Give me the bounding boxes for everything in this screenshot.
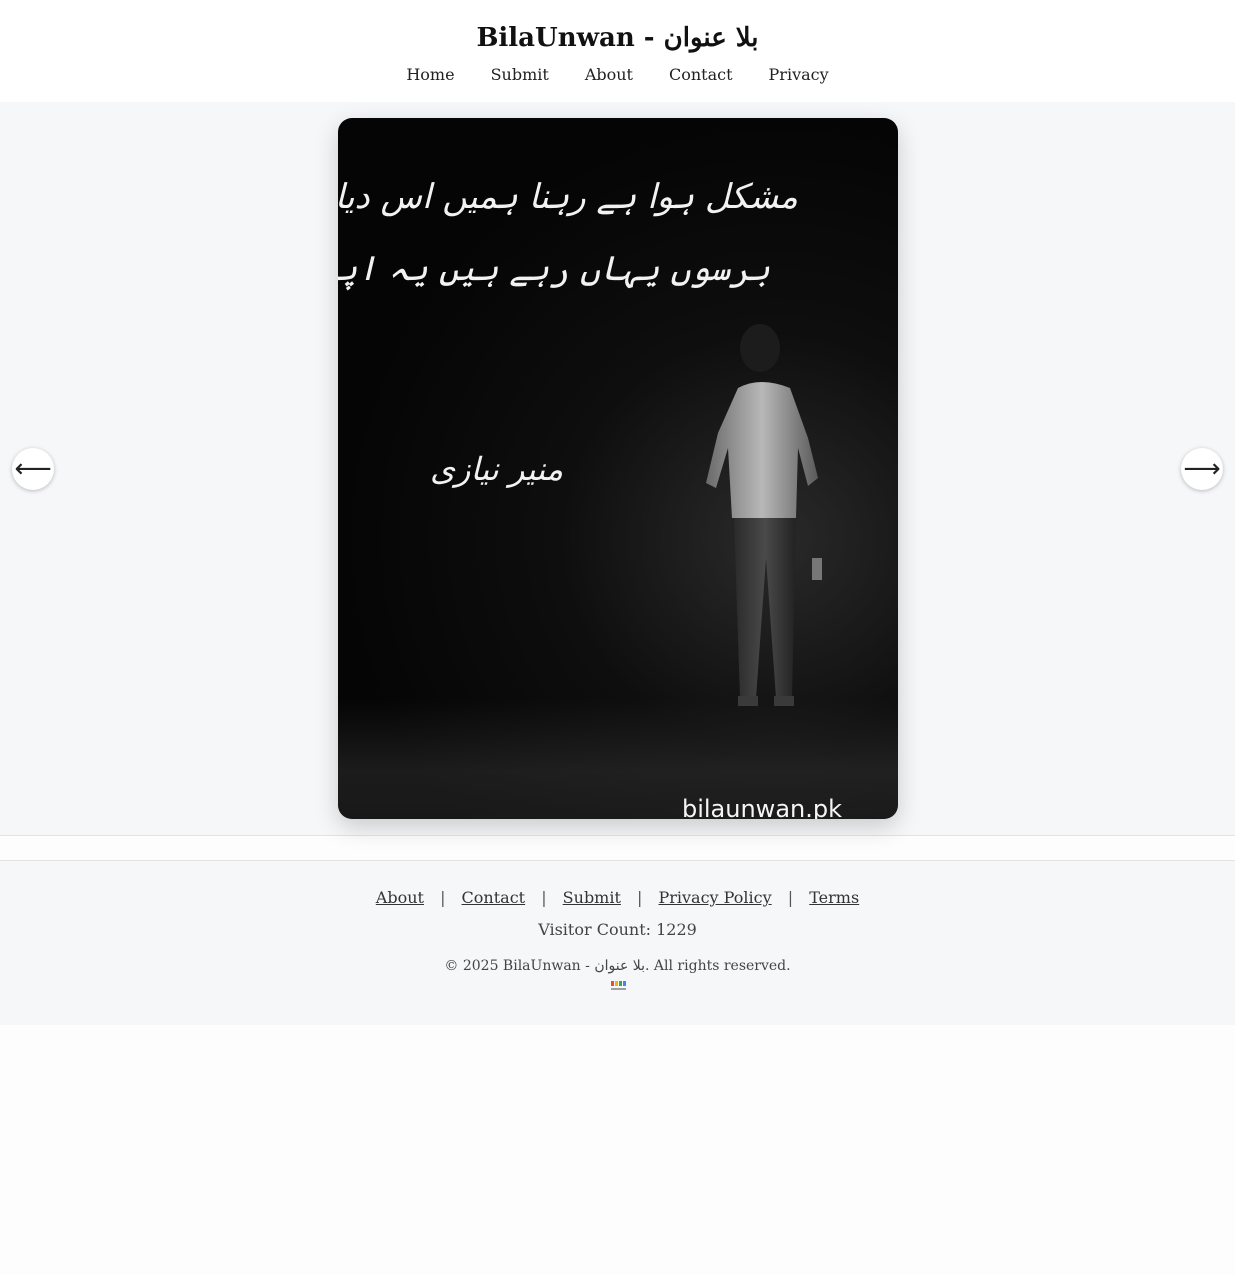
couplet-line-2: برسوں یہاں رہے ہیں یہ اپنا نہیں ہوا	[338, 249, 770, 289]
next-arrow-button[interactable]: ⟶	[1181, 448, 1223, 490]
nav-submit-link[interactable]: Submit	[491, 64, 549, 86]
footer-separator: |	[440, 888, 446, 907]
poetry-image-card[interactable]: مشکل ہوا ہے رہنا ہمیں اس دیار میں برسوں …	[338, 118, 898, 819]
site-title[interactable]: BilaUnwan - بلا عنوان	[0, 22, 1235, 54]
poetry-viewer: ⟵ مشکل ہوا ہے رہنا ہمیں اس دیار میں برسو…	[0, 102, 1235, 836]
footer-about-link[interactable]: About	[376, 888, 424, 907]
nav-contact-link[interactable]: Contact	[669, 64, 733, 86]
footer-separator: |	[637, 888, 643, 907]
main-nav: Home Submit About Contact Privacy	[0, 64, 1235, 86]
visitor-count: Visitor Count: 1229	[538, 920, 697, 939]
footer-logo-icon	[608, 980, 628, 994]
nav-about-link[interactable]: About	[585, 64, 633, 86]
copyright-text: © 2025 BilaUnwan - بلا عنوان. All rights…	[444, 958, 791, 974]
standing-figure-silhouette	[706, 324, 822, 706]
footer-contact-link[interactable]: Contact	[462, 888, 526, 907]
footer-separator: |	[541, 888, 547, 907]
watermark-text: bilaunwan.pk	[681, 795, 842, 819]
arrow-right-icon: ⟶	[1183, 454, 1221, 484]
site-footer: About | Contact | Submit | Privacy Polic…	[0, 860, 1235, 1025]
previous-arrow-button[interactable]: ⟵	[12, 448, 54, 490]
site-header: BilaUnwan - بلا عنوان Home Submit About …	[0, 0, 1235, 102]
footer-links: About | Contact | Submit | Privacy Polic…	[0, 887, 1235, 909]
poet-name: منیر نیازی	[430, 450, 564, 488]
footer-submit-link[interactable]: Submit	[563, 888, 621, 907]
arrow-left-icon: ⟵	[14, 454, 52, 484]
footer-terms-link[interactable]: Terms	[809, 888, 859, 907]
footer-privacy-policy-link[interactable]: Privacy Policy	[658, 888, 771, 907]
nav-home-link[interactable]: Home	[406, 64, 454, 86]
footer-separator: |	[787, 888, 794, 907]
couplet-line-1: مشکل ہوا ہے رہنا ہمیں اس دیار میں	[338, 177, 798, 217]
nav-privacy-link[interactable]: Privacy	[769, 64, 829, 86]
